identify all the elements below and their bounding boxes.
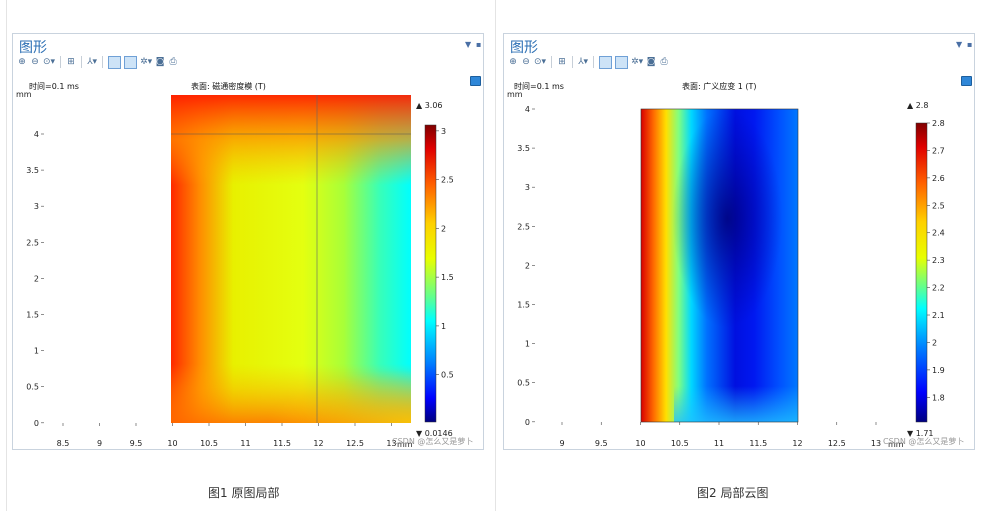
y-axis-ticks: 4 3.5 3 2.5 2 1.5 1 0.5 0 (517, 105, 535, 427)
tick-label: 1.5 (441, 273, 454, 282)
y-axis-ticks: 4 3.5 3 2.5 2 1.5 1 0.5 0 (26, 130, 44, 428)
page-divider-left (6, 0, 7, 511)
tick-label: 2 (525, 261, 530, 270)
right-graphics-window: 图形 ▼ ▪ ⊕ ⊖ ⊙▾ ⊞ ⅄▾ ✲▾ ◙ ⎙ 时间=0.1 ms 表面: … (503, 33, 975, 450)
tick-label: 0 (34, 419, 39, 428)
tick-label: 9 (97, 439, 102, 448)
tick-label: 2.5 (26, 238, 39, 247)
colorbar-max-label: ▲ 2.8 (907, 101, 928, 110)
tick-label: 12.5 (828, 439, 846, 448)
tick-label: 11.5 (273, 439, 291, 448)
tick-label: 2.7 (932, 146, 945, 155)
tick-label: 2.8 (932, 119, 945, 128)
tick-label: 2 (441, 224, 446, 233)
colorbar-max-label: ▲ 3.06 (416, 101, 443, 110)
tick-label: 1.9 (932, 366, 945, 375)
tick-label: 3 (525, 183, 530, 192)
tick-label: 9 (559, 439, 564, 448)
colorbar (915, 122, 928, 423)
colorbar (424, 124, 437, 423)
tick-label: 3.5 (26, 166, 39, 175)
tick-label: 10 (635, 439, 645, 448)
y-axis-unit: mm (507, 90, 523, 99)
watermark: CSDN @怎么又是萝卜 (883, 436, 964, 446)
tick-label: 13 (871, 439, 881, 448)
tick-label: 11 (240, 439, 250, 448)
x-axis-ticks: 9 9.5 10 10.5 11 11.5 12 12.5 13 (559, 422, 881, 448)
tick-label: 2.1 (932, 311, 945, 320)
tick-label: 3 (34, 202, 39, 211)
field-surface-corner (171, 334, 411, 423)
tick-label: 12 (313, 439, 323, 448)
tick-label: 2.2 (932, 284, 945, 293)
tick-label: 1 (34, 347, 39, 356)
tick-label: 8.5 (57, 439, 70, 448)
tick-label: 2.5 (932, 201, 945, 210)
tick-label: 0.5 (441, 371, 454, 380)
tick-label: 2.5 (517, 222, 530, 231)
left-caption: 图1 原图局部 (208, 486, 280, 500)
colorbar-ticks: 3 2.5 2 1.5 1 0.5 (436, 127, 454, 380)
tick-label: 2 (932, 338, 937, 347)
right-caption: 图2 局部云图 (697, 486, 769, 500)
field-surface-core (641, 109, 798, 422)
tick-label: 1.5 (26, 311, 39, 320)
tick-label: 10.5 (671, 439, 689, 448)
tick-label: 0 (525, 418, 530, 427)
tick-label: 10.5 (200, 439, 218, 448)
y-axis-unit: mm (16, 90, 32, 99)
tick-label: 9.5 (130, 439, 143, 448)
tick-label: 4 (525, 105, 530, 114)
tick-label: 3.5 (517, 144, 530, 153)
tick-label: 11.5 (749, 439, 767, 448)
tick-label: 2 (34, 274, 39, 283)
left-graphics-window: 图形 ▼ ▪ ⊕ ⊖ ⊙▾ ⊞ ⅄▾ ✲▾ ◙ ⎙ 时间=0.1 ms 表面: … (12, 33, 484, 450)
x-axis-ticks: 8.5 9 9.5 10 10.5 11 11.5 12 12.5 13 (57, 423, 397, 448)
tick-label: 1 (525, 340, 530, 349)
watermark: CSDN @怎么又是萝卜 (392, 436, 473, 446)
field-surface-bottom-band (674, 386, 798, 422)
tick-label: 3 (441, 127, 446, 136)
tick-label: 1.8 (932, 393, 945, 402)
tick-label: 1.5 (517, 301, 530, 310)
tick-label: 12 (792, 439, 802, 448)
tick-label: 4 (34, 130, 39, 139)
tick-label: 2.3 (932, 256, 945, 265)
tick-label: 2.5 (441, 176, 454, 185)
tick-label: 1 (441, 322, 446, 331)
colorbar-ticks: 2.8 2.7 2.6 2.5 2.4 2.3 2.2 2.1 2 1.9 1.8 (927, 119, 945, 402)
field-surface-top-band (171, 95, 411, 185)
tick-label: 2.6 (932, 174, 945, 183)
tick-label: 0.5 (26, 383, 39, 392)
tick-label: 2.4 (932, 229, 945, 238)
tick-label: 10 (167, 439, 177, 448)
tick-label: 0.5 (517, 379, 530, 388)
left-plot[interactable]: mm 43.532.521.510.50 8.5 9 9.5 10 10.5 11 11.5… (13, 34, 483, 449)
right-plot[interactable]: mm 43.532.521.510.50 9 9.5 10 10.5 11 11.5 12 1… (504, 34, 974, 449)
tick-label: 9.5 (595, 439, 608, 448)
tick-label: 11 (714, 439, 724, 448)
tick-label: 12.5 (346, 439, 364, 448)
page-divider-middle (495, 0, 496, 511)
